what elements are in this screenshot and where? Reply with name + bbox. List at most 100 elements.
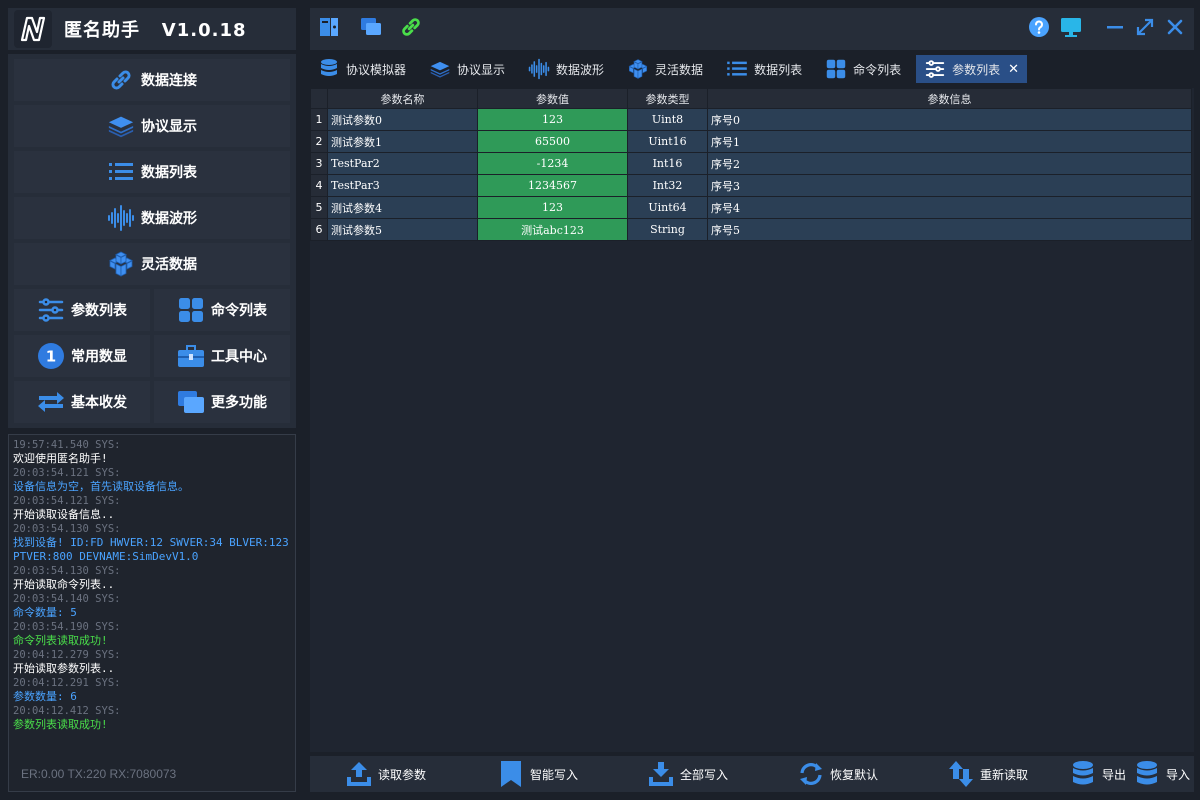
param-name-cell[interactable]: TestPar2 (327, 152, 478, 175)
param-name-cell[interactable]: 测试参数0 (327, 108, 478, 131)
smart-write-button[interactable]: 智能写入 (496, 758, 578, 790)
tab-label: 参数列表 (952, 62, 1001, 77)
smart-write-label: 智能写入 (530, 767, 579, 782)
param-value-cell[interactable]: 65500 (477, 130, 628, 153)
param-type-cell[interactable]: Int32 (627, 174, 708, 197)
nav-param-list-button[interactable]: 参数列表 (14, 289, 150, 331)
param-type-cell[interactable]: Uint8 (627, 108, 708, 131)
log-timestamp: 20:03:54.190 SYS: (13, 621, 121, 633)
param-value-cell[interactable]: 123 (477, 196, 628, 219)
header-param-value[interactable]: 参数值 (477, 88, 628, 109)
param-table-area: 参数名称 参数值 参数类型 参数信息 1 测试参数0 123 Uint8 序号0 2 测试参… (310, 88, 1194, 752)
nav-basic-txrx-button[interactable]: 基本收发 (14, 381, 150, 423)
restore-default-button[interactable]: 恢复默认 (796, 758, 878, 790)
windows-button[interactable] (356, 14, 386, 44)
param-info-cell[interactable]: 序号3 (707, 174, 1192, 197)
param-name-cell[interactable]: 测试参数5 (327, 218, 478, 241)
row-number-cell: 6 (310, 218, 328, 241)
param-name-cell[interactable]: 测试参数1 (327, 130, 478, 153)
table-row[interactable]: 3 TestPar2 -1234 Int16 序号2 (310, 152, 1192, 175)
sliders-icon (924, 58, 946, 80)
refresh-icon (796, 759, 826, 789)
nav-tool-center-button[interactable]: 工具中心 (154, 335, 290, 377)
tab-protocol-simulator[interactable]: 协议模拟器 (310, 55, 414, 83)
nav-data-waveform-button[interactable]: 数据波形 (14, 197, 290, 239)
table-row[interactable]: 5 测试参数4 123 Uint64 序号4 (310, 196, 1192, 219)
param-name-cell[interactable]: 测试参数4 (327, 196, 478, 219)
grid-icon (177, 296, 205, 324)
tab-data-list[interactable]: 数据列表 (718, 55, 810, 83)
log-entry: 20:03:54.130 SYS: 找到设备! ID:FD HWVER:12 SW… (13, 522, 291, 564)
download-tray-icon (646, 759, 676, 789)
nav-param-list-label: 参数列表 (71, 303, 127, 319)
tab-close-icon[interactable]: ✕ (1008, 62, 1019, 77)
windows-icon (360, 17, 382, 41)
read-params-button[interactable]: 读取参数 (344, 758, 426, 790)
header-param-name[interactable]: 参数名称 (327, 88, 478, 109)
param-info-cell[interactable]: 序号1 (707, 130, 1192, 153)
header-param-type[interactable]: 参数类型 (627, 88, 708, 109)
param-type-cell[interactable]: Int16 (627, 152, 708, 175)
nav-command-list-button[interactable]: 命令列表 (154, 289, 290, 331)
log-entry: 20:04:12.412 SYS: 参数列表读取成功! (13, 704, 291, 732)
tab-data-waveform[interactable]: 数据波形 (520, 55, 612, 83)
close-button[interactable] (1160, 14, 1190, 44)
maximize-button[interactable] (1130, 14, 1160, 44)
link-icon (399, 15, 423, 43)
param-type-cell[interactable]: String (627, 218, 708, 241)
nav-more-functions-button[interactable]: 更多功能 (154, 381, 290, 423)
param-type-cell[interactable]: Uint16 (627, 130, 708, 153)
nav-flexible-data-button[interactable]: 灵活数据 (14, 243, 290, 285)
param-info-cell[interactable]: 序号5 (707, 218, 1192, 241)
log-entry: 20:03:54.190 SYS: 命令列表读取成功! (13, 620, 291, 648)
import-button[interactable]: 导入 (1132, 758, 1190, 790)
nav-flexible-data-label: 灵活数据 (141, 257, 197, 273)
link-button[interactable] (396, 14, 426, 44)
param-value-cell[interactable]: 1234567 (477, 174, 628, 197)
param-info-cell[interactable]: 序号0 (707, 108, 1192, 131)
param-value-cell[interactable]: -1234 (477, 152, 628, 175)
log-entry: 20:03:54.140 SYS: 命令数量: 5 (13, 592, 291, 620)
param-type-cell[interactable]: Uint64 (627, 196, 708, 219)
tab-flexible-data[interactable]: 灵活数据 (619, 55, 711, 83)
param-value-cell[interactable]: 123 (477, 108, 628, 131)
write-all-button[interactable]: 全部写入 (646, 758, 728, 790)
nav-protocol-display-label: 协议显示 (141, 119, 197, 135)
tab-protocol-display[interactable]: 协议显示 (421, 55, 513, 83)
monitor-button[interactable] (1056, 14, 1086, 44)
tab-command-list[interactable]: 命令列表 (817, 55, 909, 83)
nav-protocol-display-button[interactable]: 协议显示 (14, 105, 290, 147)
param-info-cell[interactable]: 序号2 (707, 152, 1192, 175)
header-param-info[interactable]: 参数信息 (707, 88, 1192, 109)
restore-default-label: 恢复默认 (830, 767, 879, 782)
log-message: 开始读取参数列表.. (13, 662, 115, 675)
log-list: 19:57:41.540 SYS: 欢迎使用匿名助手! 20:03:54.121 S… (13, 438, 291, 732)
nav-data-waveform-label: 数据波形 (141, 211, 197, 227)
minimize-button[interactable] (1100, 14, 1130, 44)
list-icon (726, 58, 748, 80)
log-entry: 20:03:54.121 SYS: 开始读取设备信息.. (13, 494, 291, 522)
nav-data-connect-button[interactable]: 数据连接 (14, 59, 290, 101)
table-row[interactable]: 4 TestPar3 1234567 Int32 序号3 (310, 174, 1192, 197)
device-button[interactable] (314, 14, 344, 44)
database-icon (318, 58, 340, 80)
reread-button[interactable]: 重新读取 (946, 758, 1028, 790)
nav-common-display-button[interactable]: 1 常用数显 (14, 335, 150, 377)
param-value-cell[interactable]: 测试abc123 (477, 218, 628, 241)
tab-bar: 协议模拟器 协议显示 数据波形 灵活数据 数据列表 命令列表 参数列表 ✕ (310, 54, 1194, 84)
help-button[interactable] (1024, 14, 1054, 44)
param-info-cell[interactable]: 序号4 (707, 196, 1192, 219)
log-timestamp: 20:04:12.291 SYS: (13, 677, 121, 689)
table-row[interactable]: 1 测试参数0 123 Uint8 序号0 (310, 108, 1192, 131)
waveform-icon (528, 58, 550, 80)
export-button[interactable]: 导出 (1068, 758, 1126, 790)
log-panel[interactable]: 19:57:41.540 SYS: 欢迎使用匿名助手! 20:03:54.121 S… (8, 434, 296, 792)
row-number-cell: 2 (310, 130, 328, 153)
nav-data-list-button[interactable]: 数据列表 (14, 151, 290, 193)
nav-basic-txrx-label: 基本收发 (71, 395, 127, 411)
table-row[interactable]: 6 测试参数5 测试abc123 String 序号5 (310, 218, 1192, 241)
table-row[interactable]: 2 测试参数1 65500 Uint16 序号1 (310, 130, 1192, 153)
read-params-label: 读取参数 (378, 767, 427, 782)
param-name-cell[interactable]: TestPar3 (327, 174, 478, 197)
tab-param-list[interactable]: 参数列表 ✕ (916, 55, 1028, 83)
